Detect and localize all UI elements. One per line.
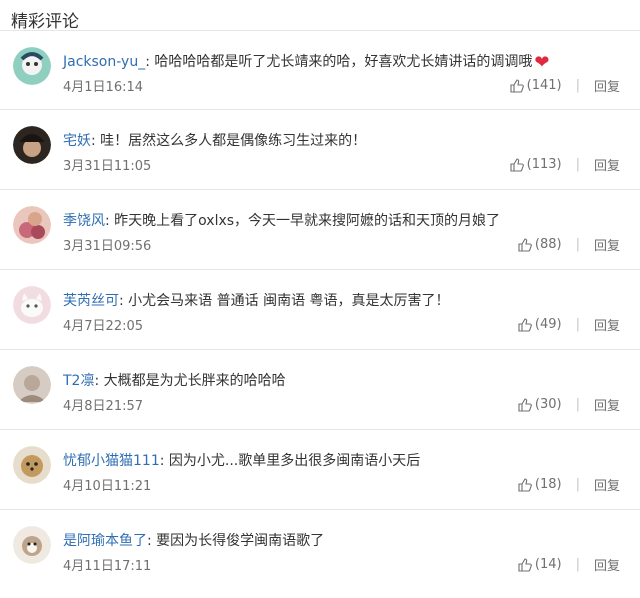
action-divider: |: [575, 237, 580, 252]
avatar[interactable]: [13, 47, 51, 85]
avatar[interactable]: [13, 366, 51, 404]
comment-actions: (30) | 回复: [518, 395, 620, 414]
like-count[interactable]: (113): [527, 157, 562, 172]
reply-button[interactable]: 回复: [594, 475, 620, 494]
colon: :: [94, 373, 104, 389]
avatar[interactable]: [13, 206, 51, 244]
comment-item: 忧郁小猫猫111: 因为小尤...歌单里多出很多闽南语小天后 4月10日11:2…: [0, 430, 640, 510]
like-count[interactable]: (49): [535, 317, 562, 332]
action-divider: |: [575, 557, 580, 572]
comment-item: 芙芮丝可: 小尤会马来语 普通话 闽南语 粤语，真是太厉害了！ 4月7日22:0…: [0, 270, 640, 350]
action-divider: |: [575, 477, 580, 492]
comment-actions: (18) | 回复: [518, 475, 620, 494]
comment-content: 是阿瑜本鱼了: 要因为长得俊学闽南语歌了: [63, 530, 324, 550]
comment-content: 宅妖: 哇！居然这么多人都是偶像练习生过来的！: [63, 130, 366, 150]
like-count[interactable]: (30): [535, 397, 562, 412]
comment-text: 因为小尤...歌单里多出很多闽南语小天后: [168, 453, 421, 469]
colon: :: [147, 533, 157, 549]
reply-button[interactable]: 回复: [594, 155, 620, 174]
thumbs-up-icon[interactable]: [518, 477, 532, 492]
colon: :: [159, 453, 169, 469]
reply-button[interactable]: 回复: [594, 395, 620, 414]
username-link[interactable]: T2凛: [63, 373, 94, 389]
comment-text: 哇！居然这么多人都是偶像练习生过来的！: [100, 133, 367, 149]
comment-actions: (14) | 回复: [518, 555, 620, 574]
avatar[interactable]: [13, 446, 51, 484]
like-count[interactable]: (14): [535, 557, 562, 572]
heart-emoji-icon: ❤: [534, 52, 550, 73]
reply-button[interactable]: 回复: [594, 555, 620, 574]
avatar[interactable]: [13, 526, 51, 564]
comment-time: 4月8日21:57: [63, 399, 144, 414]
username-link[interactable]: 芙芮丝可: [63, 293, 119, 309]
colon: :: [91, 133, 101, 149]
like-count[interactable]: (88): [535, 237, 562, 252]
comment-time: 3月31日11:05: [63, 159, 152, 174]
thumbs-up-icon[interactable]: [518, 317, 532, 332]
comment-item: 季饶风: 昨天晚上看了oxlxs，今天一早就来搜阿嬷的话和天顶的月娘了 3月31…: [0, 190, 640, 270]
comment-content: 季饶风: 昨天晚上看了oxlxs，今天一早就来搜阿嬷的话和天顶的月娘了: [63, 210, 500, 230]
action-divider: |: [575, 397, 580, 412]
comment-actions: (49) | 回复: [518, 315, 620, 334]
comment-time: 4月1日16:14: [63, 80, 144, 95]
avatar[interactable]: [13, 286, 51, 324]
comment-content: T2凛: 大概都是为尤长胖来的哈哈哈: [63, 370, 286, 390]
reply-button[interactable]: 回复: [594, 235, 620, 254]
thumbs-up-icon[interactable]: [518, 557, 532, 572]
colon: :: [145, 54, 155, 70]
comment-text: 大概都是为尤长胖来的哈哈哈: [103, 373, 286, 389]
username-link[interactable]: 季饶风: [63, 213, 105, 229]
comment-time: 3月31日09:56: [63, 239, 152, 254]
comment-time: 4月7日22:05: [63, 319, 144, 334]
action-divider: |: [575, 78, 580, 93]
reply-button[interactable]: 回复: [594, 315, 620, 334]
thumbs-up-icon[interactable]: [518, 397, 532, 412]
like-count[interactable]: (18): [535, 477, 562, 492]
comment-text: 昨天晚上看了oxlxs，今天一早就来搜阿嬷的话和天顶的月娘了: [114, 213, 501, 229]
comment-item: Jackson-yu_: 哈哈哈哈都是听了尤长靖来的哈，好喜欢尤长婧讲话的调调哦…: [0, 30, 640, 110]
username-link[interactable]: 是阿瑜本鱼了: [63, 533, 147, 549]
section-title: 精彩评论: [11, 12, 79, 32]
comment-actions: (141) | 回复: [510, 76, 620, 95]
thumbs-up-icon[interactable]: [510, 78, 524, 93]
colon: :: [119, 293, 129, 309]
comment-item: T2凛: 大概都是为尤长胖来的哈哈哈 4月8日21:57 (30) | 回复: [0, 350, 640, 430]
username-link[interactable]: 忧郁小猫猫111: [63, 453, 160, 469]
like-count[interactable]: (141): [527, 78, 562, 93]
comment-list: Jackson-yu_: 哈哈哈哈都是听了尤长靖来的哈，好喜欢尤长婧讲话的调调哦…: [0, 30, 640, 590]
comment-item: 是阿瑜本鱼了: 要因为长得俊学闽南语歌了 4月11日17:11 (14) | 回…: [0, 510, 640, 590]
comment-text: 要因为长得俊学闽南语歌了: [156, 533, 325, 549]
colon: :: [105, 213, 115, 229]
comment-content: 忧郁小猫猫111: 因为小尤...歌单里多出很多闽南语小天后: [63, 450, 420, 470]
comment-time: 4月11日17:11: [63, 559, 152, 574]
comment-time: 4月10日11:21: [63, 479, 152, 494]
avatar[interactable]: [13, 126, 51, 164]
comment-actions: (113) | 回复: [510, 155, 620, 174]
comment-content: Jackson-yu_: 哈哈哈哈都是听了尤长靖来的哈，好喜欢尤长婧讲话的调调哦…: [63, 51, 549, 73]
action-divider: |: [575, 157, 580, 172]
comment-text: 小尤会马来语 普通话 闽南语 粤语，真是太厉害了！: [128, 293, 450, 309]
reply-button[interactable]: 回复: [594, 76, 620, 95]
username-link[interactable]: Jackson-yu_: [63, 54, 145, 70]
thumbs-up-icon[interactable]: [510, 157, 524, 172]
username-link[interactable]: 宅妖: [63, 133, 91, 149]
comment-content: 芙芮丝可: 小尤会马来语 普通话 闽南语 粤语，真是太厉害了！: [63, 290, 450, 310]
comment-text: 哈哈哈哈都是听了尤长靖来的哈，好喜欢尤长婧讲话的调调哦: [154, 54, 533, 70]
thumbs-up-icon[interactable]: [518, 237, 532, 252]
comment-item: 宅妖: 哇！居然这么多人都是偶像练习生过来的！ 3月31日11:05 (113)…: [0, 110, 640, 190]
action-divider: |: [575, 317, 580, 332]
comment-actions: (88) | 回复: [518, 235, 620, 254]
